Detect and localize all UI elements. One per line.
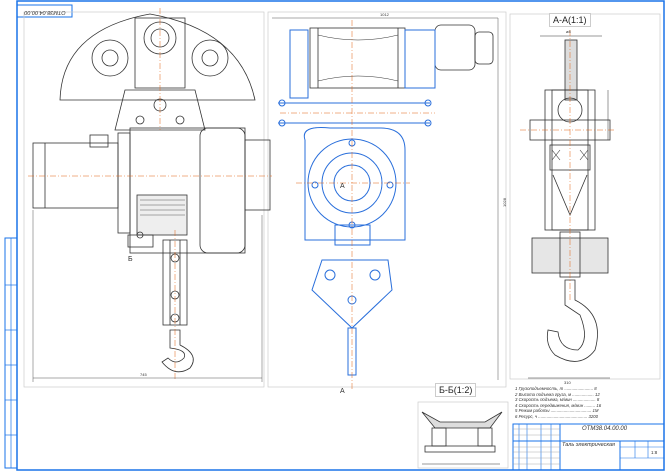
section-aa [528, 35, 611, 379]
cut-mark-a-bottom: А [340, 388, 345, 395]
cut-mark-a: А [340, 183, 345, 190]
dim-mid-width: 1012 [380, 12, 389, 17]
rotated-stamp-code: ОТМ38.04.00.00 [24, 9, 66, 15]
dim-aa-width: ø8 [566, 29, 571, 34]
side-view-axes [28, 8, 272, 380]
section-bb-label: Б-Б(1:2) [435, 383, 477, 397]
title-block-scale: 1:8 [651, 450, 658, 455]
front-view-blue-parts [278, 29, 436, 376]
dim-height: 1028 [501, 198, 507, 207]
front-view [309, 24, 494, 89]
section-aa-label: А-А(1:1) [549, 13, 591, 27]
front-view-dims [272, 17, 499, 380]
cut-mark-b: Б [128, 256, 133, 263]
side-view-dims [32, 210, 263, 382]
title-block-name: Таль электрическая [562, 442, 615, 448]
dim-aa-bottom: 310 [564, 380, 571, 385]
note: 6 Ресурс, ч ............................… [515, 413, 599, 419]
section-bb [421, 411, 503, 465]
dim-overall-width: 745 [140, 372, 147, 377]
front-view-axes [280, 20, 435, 390]
side-view [32, 13, 271, 373]
technical-notes: 1 Грузоподъемность, т ..................… [515, 386, 615, 420]
title-block-code: ОТМ38.04.00.00 [582, 426, 628, 432]
